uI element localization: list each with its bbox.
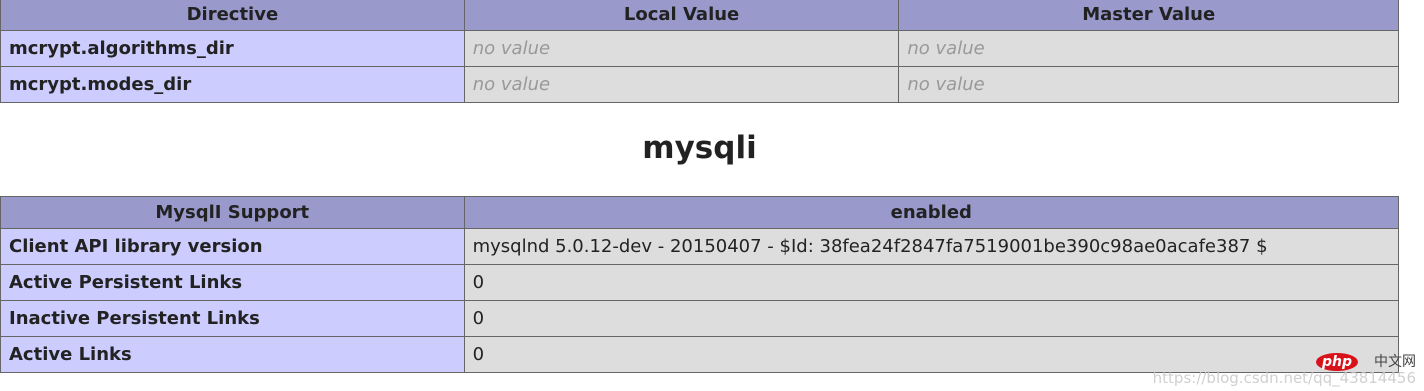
- table-row: Active Persistent Links 0: [0, 264, 1400, 301]
- table-row: Active Links 0: [0, 336, 1400, 373]
- master-value-cell: no value: [898, 66, 1399, 103]
- setting-value: 0: [463, 300, 1400, 337]
- watermark-site-name: 中文网: [1374, 354, 1416, 370]
- directives-table: Directive Local Value Master Value mcryp…: [0, 0, 1399, 103]
- setting-name: Active Links: [0, 336, 465, 373]
- table-row: mcrypt.algorithms_dir no value no value: [0, 30, 1399, 67]
- setting-value: 0: [463, 336, 1400, 373]
- setting-name: Client API library version: [0, 228, 465, 265]
- table-row: Client API library version mysqlnd 5.0.1…: [0, 228, 1400, 265]
- table-row: Inactive Persistent Links 0: [0, 300, 1400, 337]
- phpinfo-page: Directive Local Value Master Value mcryp…: [0, 0, 1424, 391]
- column-header-local-value: Local Value: [463, 0, 900, 31]
- mysqli-table: MysqlI Support enabled Client API librar…: [0, 196, 1400, 373]
- section-title: mysqli: [642, 130, 757, 166]
- column-header-master-value: Master Value: [898, 0, 1399, 31]
- column-header-mysqli-support: MysqlI Support: [0, 196, 465, 229]
- directive-name: mcrypt.modes_dir: [0, 66, 465, 103]
- setting-value: 0: [463, 264, 1400, 301]
- local-value-cell: no value: [463, 30, 900, 67]
- setting-value: mysqlnd 5.0.12-dev - 20150407 - $Id: 38f…: [463, 228, 1400, 265]
- php-logo-badge: php: [1315, 353, 1358, 371]
- master-value: no value: [907, 74, 985, 95]
- master-value-cell: no value: [898, 30, 1399, 67]
- column-header-enabled: enabled: [463, 196, 1400, 229]
- table-header-row: Directive Local Value Master Value: [0, 0, 1399, 31]
- local-value-cell: no value: [463, 66, 900, 103]
- local-value: no value: [472, 38, 551, 59]
- setting-name: Inactive Persistent Links: [0, 300, 465, 337]
- local-value: no value: [472, 74, 551, 95]
- master-value: no value: [907, 38, 985, 59]
- setting-name: Active Persistent Links: [0, 264, 465, 301]
- column-header-directive: Directive: [0, 0, 465, 31]
- table-header-row: MysqlI Support enabled: [0, 196, 1400, 229]
- table-row: mcrypt.modes_dir no value no value: [0, 66, 1399, 103]
- directive-name: mcrypt.algorithms_dir: [0, 30, 465, 67]
